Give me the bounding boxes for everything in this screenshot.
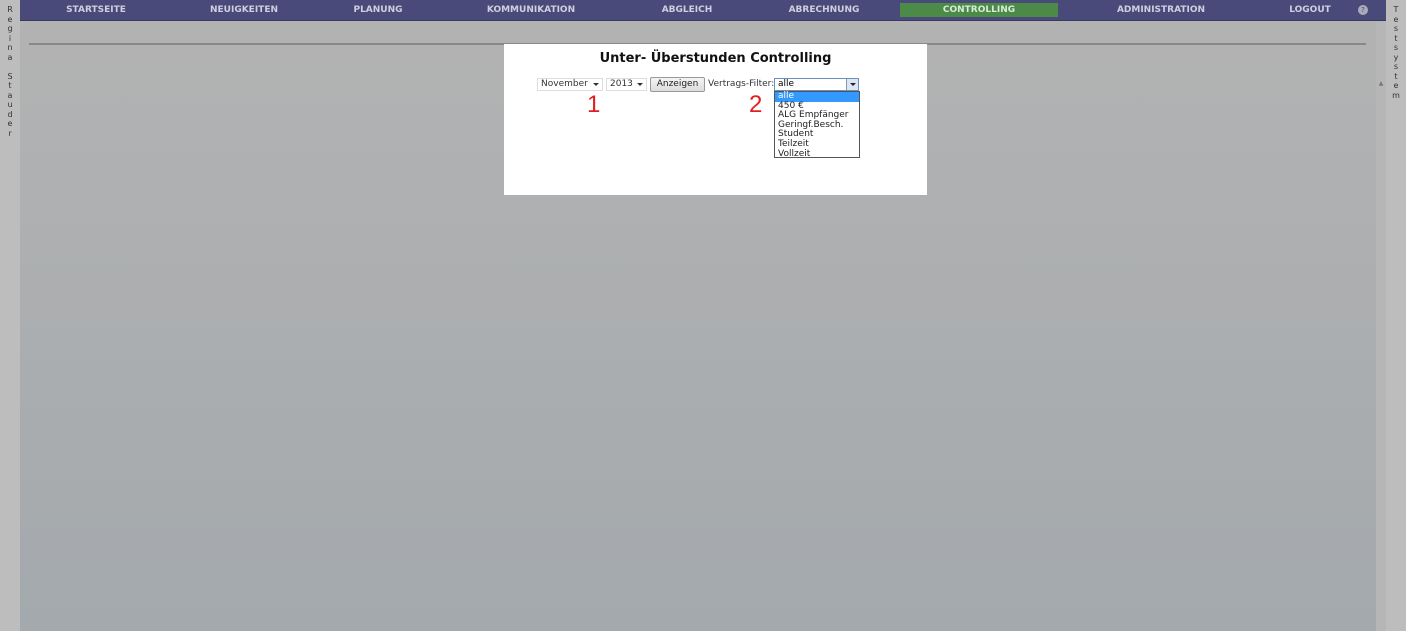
user-name-letter: i xyxy=(8,33,12,43)
chevron-down-icon xyxy=(637,83,643,86)
year-select[interactable]: 2013 xyxy=(606,78,647,91)
user-name-letter: e xyxy=(7,14,13,24)
user-name-letter: n xyxy=(7,43,13,52)
user-name-letter: a xyxy=(7,90,13,100)
chevron-down-icon xyxy=(850,83,856,86)
system-name-letter: t xyxy=(1394,33,1398,43)
nav-abrechnung[interactable]: ABRECHNUNG xyxy=(772,3,876,17)
filter-value: alle xyxy=(778,79,795,89)
contract-filter-select[interactable]: alle xyxy=(774,78,859,91)
top-nav: STARTSEITE NEUIGKEITEN PLANUNG KOMMUNIKATIO… xyxy=(20,0,1386,21)
nav-administration[interactable]: ADMINISTRATION xyxy=(1096,3,1226,17)
user-name-letter: r xyxy=(8,128,12,138)
filter-label: Vertrags-Filter: xyxy=(708,79,775,89)
user-name-letter xyxy=(0,62,20,72)
controlling-panel: Unter- Überstunden Controlling November … xyxy=(504,44,927,195)
user-name-letter: e xyxy=(7,119,13,128)
help-icon[interactable]: ? xyxy=(1358,5,1368,15)
filter-dropdown-list: alle 450 € ALG Empfänger Geringf.Besch. Stud… xyxy=(774,91,860,158)
user-name-letter: u xyxy=(7,100,13,109)
system-name-letter: y xyxy=(1393,52,1399,62)
system-name-letter: s xyxy=(1393,43,1399,52)
user-name-letter: R xyxy=(7,5,13,14)
nav-planung[interactable]: PLANUNG xyxy=(338,3,418,17)
system-name-letter: m xyxy=(1392,90,1400,100)
annotation-2: 2 xyxy=(749,91,763,118)
system-name-letter: t xyxy=(1394,71,1398,81)
nav-kommunikation[interactable]: KOMMUNIKATION xyxy=(466,3,596,17)
nav-controlling[interactable]: CONTROLLING xyxy=(900,3,1058,17)
user-name-letter: g xyxy=(7,24,13,33)
filter-option[interactable]: Vollzeit xyxy=(775,149,859,160)
chevron-down-icon xyxy=(593,83,599,86)
main-area: STARTSEITE NEUIGKEITEN PLANUNG KOMMUNIKATIO… xyxy=(20,0,1386,631)
scroll-up-icon[interactable]: ▲ xyxy=(1376,80,1386,87)
user-name-letter: d xyxy=(7,109,13,119)
user-name-letter: t xyxy=(8,81,12,90)
year-value: 2013 xyxy=(610,79,633,89)
user-name-letter: a xyxy=(7,52,13,62)
show-button[interactable]: Anzeigen xyxy=(650,77,705,92)
month-value: November xyxy=(541,79,588,89)
dropdown-button[interactable] xyxy=(846,79,858,90)
user-name-letter: S xyxy=(7,71,13,81)
nav-startseite[interactable]: STARTSEITE xyxy=(46,3,146,17)
page-title: Unter- Überstunden Controlling xyxy=(599,51,832,66)
system-name-letter: T xyxy=(1393,5,1399,14)
month-select[interactable]: November xyxy=(537,78,603,91)
system-name-vertical: Testsystem xyxy=(1386,0,1406,631)
system-name-letter: e xyxy=(1393,81,1399,90)
scrollbar[interactable]: ▲ xyxy=(1376,22,1386,631)
system-name-letter: e xyxy=(1393,14,1399,24)
system-name-letter: s xyxy=(1393,62,1399,71)
nav-abgleich[interactable]: ABGLEICH xyxy=(638,3,736,17)
user-name-vertical: ReginaStauder xyxy=(0,0,20,631)
annotation-1: 1 xyxy=(587,91,601,118)
nav-logout[interactable]: LOGOUT xyxy=(1270,3,1350,17)
system-name-letter: s xyxy=(1393,24,1399,33)
nav-neuigkeiten[interactable]: NEUIGKEITEN xyxy=(192,3,296,17)
